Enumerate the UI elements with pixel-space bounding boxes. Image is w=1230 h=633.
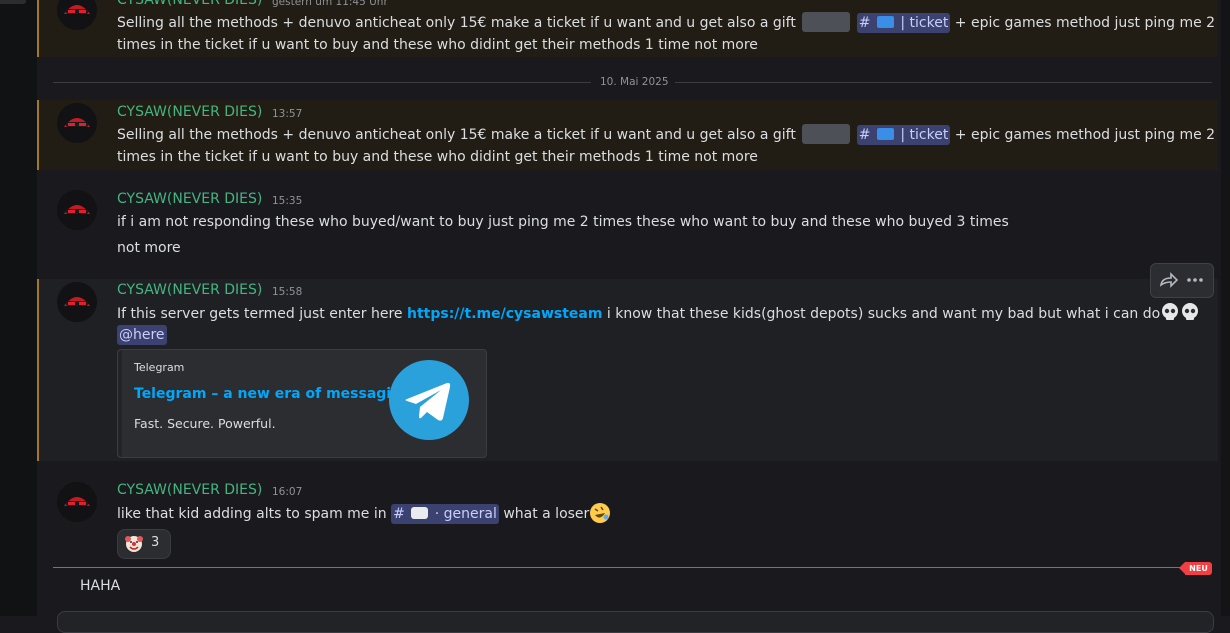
message-text-line: @here <box>117 324 167 346</box>
avatar-image <box>57 103 97 143</box>
channel-mention[interactable]: # | ticket <box>856 13 951 33</box>
clown-face-icon <box>125 536 143 552</box>
hash-icon: # <box>858 15 871 31</box>
avatar[interactable] <box>57 482 97 522</box>
message-composer[interactable] <box>57 611 1214 633</box>
username[interactable]: CYSAW(NEVER DIES) <box>117 0 262 8</box>
avatar-image <box>57 482 97 522</box>
telegram-logo[interactable] <box>389 360 469 440</box>
new-messages-line <box>53 567 1186 568</box>
spoiler-block[interactable] <box>802 12 851 32</box>
reply-arrow-icon[interactable] <box>1157 270 1179 290</box>
embed-description: Fast. Secure. Powerful. <box>134 416 276 431</box>
skull-icon <box>1162 303 1179 320</box>
channel-name: ticket <box>909 15 949 31</box>
message-actions-bar <box>1150 263 1214 298</box>
avatar-image <box>57 190 97 230</box>
date-divider: 10. Mai 2025 <box>600 76 669 88</box>
avatar[interactable] <box>57 190 97 230</box>
message-text-line: like that kid adding alts to spam me in … <box>117 502 611 525</box>
rolling-laughing-icon <box>590 503 611 523</box>
date-divider-line <box>675 82 1212 83</box>
embed-provider[interactable]: Telegram <box>134 361 184 374</box>
more-dots-icon[interactable] <box>1184 270 1206 290</box>
embed-title[interactable]: Telegram – a new era of messaging <box>134 386 411 402</box>
scrollbar[interactable] <box>1221 0 1230 616</box>
ticket-icon <box>876 128 894 140</box>
message-text: + epic games method just ping me 2 <box>954 127 1216 143</box>
avatar[interactable] <box>57 103 97 143</box>
message-text-line: Selling all the methods + denuvo antiche… <box>117 124 1215 146</box>
server-rail <box>0 0 37 616</box>
message-text: times in the ticket if u want to buy and… <box>117 37 758 53</box>
channel-mention[interactable]: # · general <box>391 504 499 524</box>
channel-separator: · <box>434 506 440 522</box>
message-text: Selling all the methods + denuvo antiche… <box>117 15 796 31</box>
speech-bubble-icon <box>411 507 429 519</box>
message-text: + epic games method just ping me 2 <box>954 15 1216 31</box>
message-row[interactable]: CYSAW(NEVER DIES) gestern um 11:45 Uhr S… <box>37 0 1218 57</box>
avatar[interactable] <box>57 282 97 322</box>
message-row[interactable]: CYSAW(NEVER DIES) 13:57 Selling all the … <box>37 100 1218 170</box>
channel-separator: | <box>900 127 906 143</box>
message-row[interactable]: CYSAW(NEVER DIES) 16:07 like that kid ad… <box>37 470 1218 560</box>
message-row[interactable]: CYSAW(NEVER DIES) 15:35 if i am not resp… <box>37 180 1218 265</box>
new-messages-badge: NEU <box>1179 562 1212 575</box>
rail-indicator <box>0 0 26 4</box>
avatar-image <box>57 282 97 322</box>
message-text: if i am not responding these who buyed/w… <box>117 214 1009 230</box>
message-text-line: Selling all the methods + denuvo antiche… <box>117 12 1215 34</box>
skull-icon <box>1182 303 1199 320</box>
timestamp: 15:58 <box>272 286 303 298</box>
timestamp: 13:57 <box>272 108 303 120</box>
channel-name: ticket <box>909 127 949 143</box>
message-text-line: If this server gets termed just enter he… <box>117 302 1200 325</box>
username[interactable]: CYSAW(NEVER DIES) <box>117 104 262 120</box>
channel-mention[interactable]: # | ticket <box>856 125 951 145</box>
username[interactable]: CYSAW(NEVER DIES) <box>117 282 262 298</box>
message-text: HAHA <box>80 578 121 594</box>
timestamp: 16:07 <box>272 486 303 498</box>
channel-separator: | <box>900 15 906 31</box>
message-text: what a loser <box>503 506 590 522</box>
highlight-bar <box>37 279 39 461</box>
username[interactable]: CYSAW(NEVER DIES) <box>117 482 262 498</box>
hash-icon: # <box>393 506 405 522</box>
avatar-image <box>57 0 97 30</box>
message-text: not more <box>117 240 181 256</box>
channel-name: general <box>443 506 497 522</box>
avatar[interactable] <box>57 0 97 30</box>
timestamp: 15:35 <box>272 195 303 207</box>
timestamp: gestern um 11:45 Uhr <box>272 0 388 8</box>
message-text: If this server gets termed just enter he… <box>117 306 403 322</box>
link-embed: Telegram Telegram – a new era of messagi… <box>117 349 487 458</box>
reaction-pill[interactable]: 3 <box>117 529 171 559</box>
username[interactable]: CYSAW(NEVER DIES) <box>117 191 262 207</box>
spoiler-block[interactable] <box>802 124 851 144</box>
here-mention[interactable]: @here <box>117 325 167 345</box>
ticket-icon <box>876 16 894 28</box>
date-divider-line <box>53 82 591 83</box>
message-text: like that kid adding alts to spam me in <box>117 506 387 522</box>
telegram-link[interactable]: https://t.me/cysawsteam <box>407 306 602 322</box>
reaction-count: 3 <box>151 535 160 550</box>
message-text: i know that these kids(ghost depots) suc… <box>606 306 1161 322</box>
message-text: Selling all the methods + denuvo antiche… <box>117 127 796 143</box>
hash-icon: # <box>858 127 871 143</box>
message-text: times in the ticket if u want to buy and… <box>117 149 758 165</box>
